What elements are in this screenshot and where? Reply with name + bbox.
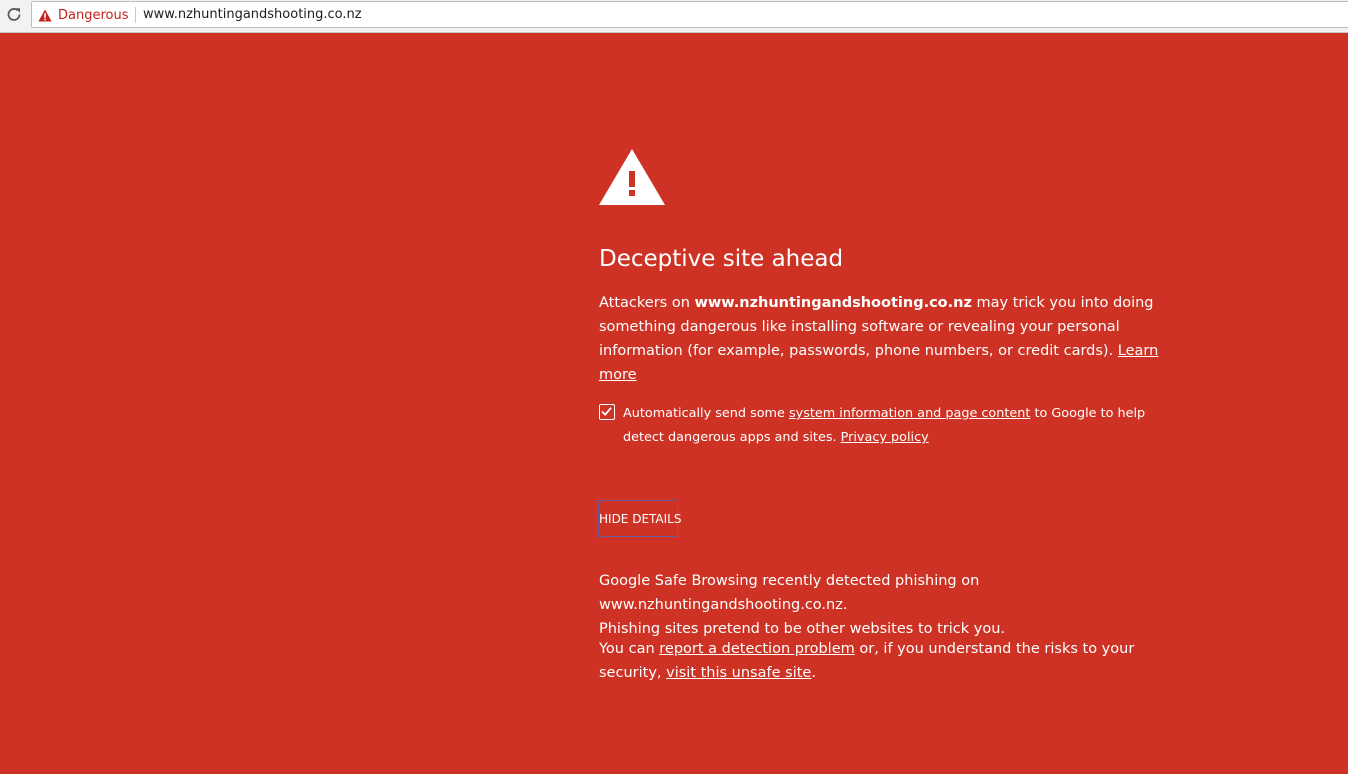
report-prefix: Automatically send some — [623, 406, 789, 421]
visit-unsafe-site-link[interactable]: visit this unsafe site — [666, 665, 811, 681]
url-text[interactable]: www.nzhuntingandshooting.co.nz — [143, 7, 362, 22]
warning-triangle-icon — [599, 149, 665, 205]
report-detection-problem-link[interactable]: report a detection problem — [659, 641, 854, 657]
hide-details-button[interactable]: HIDE DETAILS — [598, 500, 681, 537]
security-chip-label: Dangerous — [58, 7, 129, 23]
main-message: Attackers on www.nzhuntingandshooting.co… — [599, 291, 1189, 387]
details-line-2: Phishing sites pretend to be other websi… — [599, 621, 1006, 637]
reload-icon[interactable] — [4, 5, 24, 25]
checkmark-icon — [601, 407, 612, 417]
report-checkbox-label: Automatically send some system informati… — [623, 402, 1163, 450]
details-message: Google Safe Browsing recently detected p… — [599, 569, 1199, 641]
system-information-link[interactable]: system information and page content — [789, 406, 1030, 421]
privacy-policy-link[interactable]: Privacy policy — [841, 430, 929, 445]
browser-toolbar: Dangerous www.nzhuntingandshooting.co.nz — [0, 0, 1348, 33]
final-paragraph: You can report a detection problem or, i… — [599, 637, 1189, 685]
page-title: Deceptive site ahead — [599, 246, 844, 272]
report-checkbox[interactable] — [599, 404, 615, 420]
main-message-domain: www.nzhuntingandshooting.co.nz — [694, 295, 972, 311]
final-suffix: . — [811, 665, 816, 681]
address-bar[interactable]: Dangerous www.nzhuntingandshooting.co.nz — [31, 1, 1348, 28]
security-chip[interactable]: Dangerous — [38, 7, 129, 23]
omnibox-divider — [135, 7, 136, 23]
details-line-1: Google Safe Browsing recently detected p… — [599, 573, 980, 613]
main-message-prefix: Attackers on — [599, 295, 695, 311]
warning-icon — [38, 9, 52, 21]
final-prefix: You can — [599, 641, 660, 657]
